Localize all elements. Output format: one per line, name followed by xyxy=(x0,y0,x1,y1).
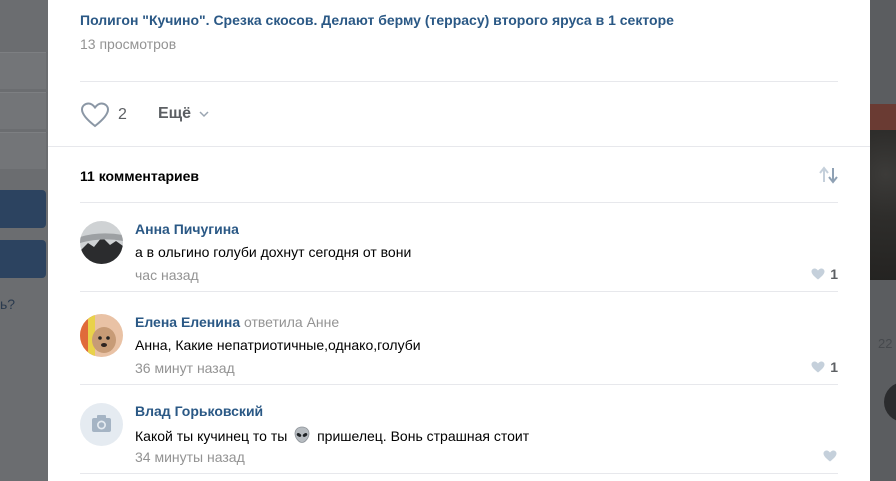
post-panel: Полигон "Кучино". Срезка скосов. Делают … xyxy=(48,0,870,481)
comment-item: Елена Еленина ответила Анне Анна, Какие … xyxy=(80,296,838,385)
comment-text: Анна, Какие непатриотичные,однако,голуби xyxy=(135,337,421,353)
section-divider xyxy=(48,146,870,147)
comment-time[interactable]: 36 минут назад xyxy=(135,360,235,376)
backdrop-right-number: 22 xyxy=(878,336,893,351)
backdrop-left-button xyxy=(0,190,46,228)
divider xyxy=(80,81,838,82)
comment-text: а в ольгино голуби дохнут сегодня от вон… xyxy=(135,244,412,260)
comment-like-button[interactable]: 1 xyxy=(808,265,838,283)
comment-author[interactable]: Влад Горьковский xyxy=(135,403,263,419)
alien-face-icon xyxy=(294,426,310,443)
heart-icon xyxy=(811,361,825,373)
view-count: 13 просмотров xyxy=(80,36,177,52)
backdrop-right-photo-edge xyxy=(870,104,896,130)
comment-text-part: Какой ты кучинец то ты xyxy=(135,428,288,444)
comment-text-part: пришелец. Вонь страшная стоит xyxy=(317,428,530,444)
backdrop-left-button xyxy=(0,240,46,278)
comment-like-button[interactable] xyxy=(822,447,838,465)
backdrop-left-row xyxy=(0,52,46,89)
comment-divider xyxy=(80,473,838,474)
like-count[interactable]: 2 xyxy=(118,106,127,124)
comment-author[interactable]: Елена Еленина ответила Анне xyxy=(135,314,339,330)
avatar[interactable] xyxy=(80,221,123,264)
heart-icon xyxy=(823,450,837,462)
comment-like-count: 1 xyxy=(830,359,838,375)
avatar[interactable] xyxy=(80,403,123,446)
post-title[interactable]: Полигон "Кучино". Срезка скосов. Делают … xyxy=(80,12,674,28)
camera-icon xyxy=(80,403,123,446)
comment-like-button[interactable]: 1 xyxy=(808,358,838,376)
comment-reply-to[interactable]: ответила Анне xyxy=(244,314,339,330)
chevron-down-icon[interactable] xyxy=(199,109,209,119)
backdrop-left-text: ь? xyxy=(0,296,16,312)
comment-divider xyxy=(80,291,838,292)
heart-icon xyxy=(811,268,825,280)
comment-author[interactable]: Анна Пичугина xyxy=(135,221,239,237)
heart-icon[interactable] xyxy=(80,102,110,128)
backdrop-right-photo xyxy=(870,104,896,280)
comments-count: 11 комментариев xyxy=(80,168,200,184)
more-button[interactable]: Ещё xyxy=(158,105,191,123)
comment-time[interactable]: 34 минуты назад xyxy=(135,449,245,465)
backdrop-left-row xyxy=(0,132,46,169)
comment-author-name[interactable]: Елена Еленина xyxy=(135,314,240,330)
sort-icon[interactable] xyxy=(818,166,840,184)
comment-item: Анна Пичугина а в ольгино голуби дохнут … xyxy=(80,203,838,292)
comment-time[interactable]: час назад xyxy=(135,267,199,283)
comment-item: Влад Горьковский Какой ты кучинец то ты … xyxy=(80,385,838,474)
comment-like-count: 1 xyxy=(830,266,838,282)
comment-text: Какой ты кучинец то ты пришелец. Вонь ст… xyxy=(135,426,529,444)
backdrop-left-row xyxy=(0,92,46,129)
avatar[interactable] xyxy=(80,314,123,357)
